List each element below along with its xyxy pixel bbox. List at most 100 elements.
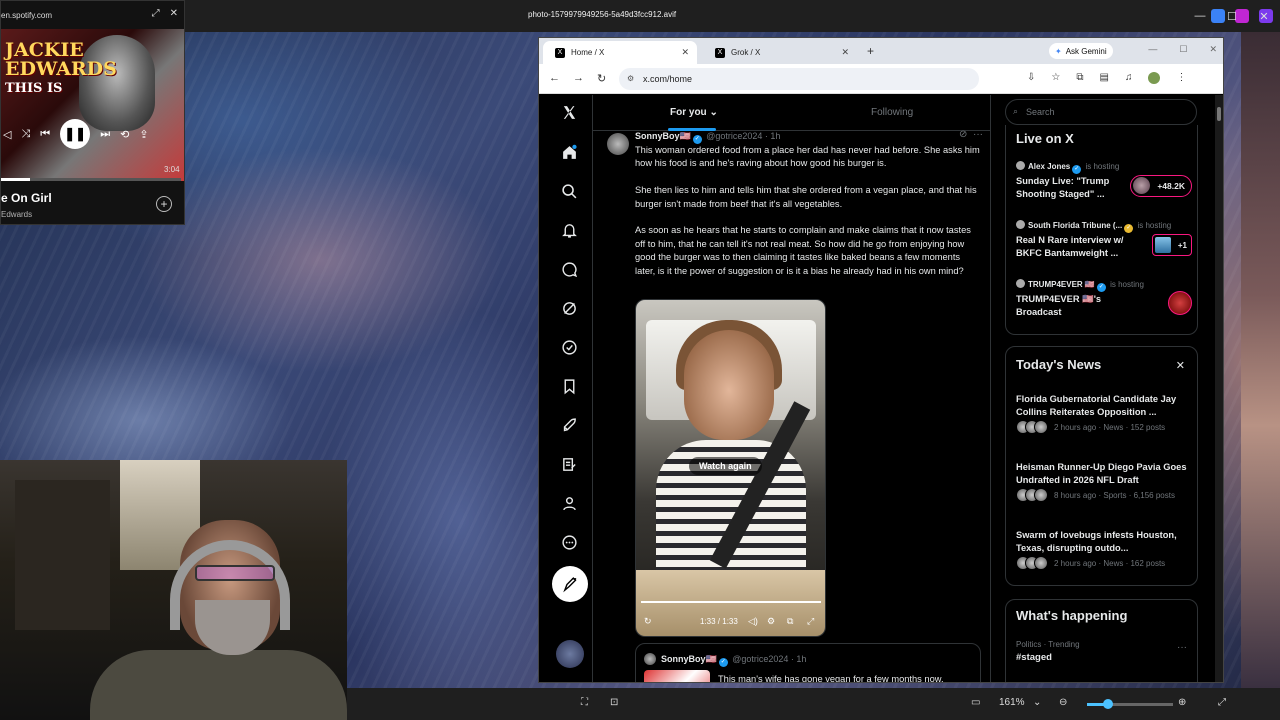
viewer-photo-edge	[1241, 32, 1280, 688]
fit-icon[interactable]: ▭	[971, 697, 980, 708]
add-to-library-button[interactable]: +	[156, 196, 172, 212]
close-button[interactable]: ✕	[1209, 44, 1217, 55]
song-title[interactable]: e On Girl	[1, 191, 52, 205]
minimize-button[interactable]: —	[1148, 44, 1157, 55]
zoom-level[interactable]: 161%	[999, 697, 1025, 708]
news-item[interactable]: Swarm of lovebugs infests Houston, Texas…	[1016, 529, 1192, 570]
next-icon[interactable]: ⏭	[100, 128, 110, 141]
close-button[interactable]: ✕	[1248, 0, 1280, 32]
minimize-button[interactable]: —	[1184, 0, 1216, 32]
settings-gear-icon[interactable]: ⚙	[767, 616, 775, 627]
tweet-author-name[interactable]: SonnyBoy🇺🇸	[635, 131, 691, 141]
zoom-slider[interactable]	[1087, 699, 1173, 709]
maximize-button[interactable]: ☐	[1216, 0, 1248, 32]
news-card-title: Today's News	[1016, 357, 1102, 372]
grok-icon[interactable]	[558, 297, 580, 319]
tweet-handle[interactable]: @gotrice2024 · 1h	[706, 131, 780, 141]
news-title: Heisman Runner-Up Diego Pavia Goes Undra…	[1016, 462, 1187, 486]
trend-category: Politics · Trending	[1016, 640, 1080, 649]
profile-icon[interactable]	[558, 492, 580, 514]
live-host: TRUMP4EVER 🇺🇸 ✓ is hosting	[1016, 279, 1192, 292]
tweet-more-icon[interactable]: ···	[973, 129, 983, 140]
pause-button[interactable]: ❚❚	[60, 119, 91, 149]
nav-buttons: ← → ↻	[549, 72, 606, 85]
expand-icon[interactable]: ⤢	[152, 8, 160, 19]
verified-orgs-icon[interactable]	[558, 336, 580, 358]
tab-label: Home / X	[571, 48, 605, 57]
quoted-tweet[interactable]: SonnyBoy🇺🇸 ✓ @gotrice2024 · 1h This man's…	[635, 643, 981, 682]
x-right-sidebar: ⌕ Search Live on X Alex Jones ✓ is hostin…	[991, 95, 1223, 682]
shuffle-icon[interactable]: ⤨	[21, 128, 30, 141]
search-input[interactable]: ⌕ Search	[1005, 99, 1197, 125]
close-icon[interactable]: ✕	[1176, 359, 1185, 372]
volume-icon[interactable]: ◁	[3, 128, 11, 141]
maximize-button[interactable]: ☐	[1179, 44, 1187, 55]
tweet-avatar[interactable]	[607, 133, 629, 155]
page-scrollbar[interactable]	[1215, 95, 1223, 682]
extensions-icon[interactable]: ⧉	[1076, 72, 1083, 84]
reload-icon[interactable]: ↻	[597, 72, 606, 85]
crop-icon[interactable]: ⛶	[581, 697, 588, 708]
video-progress-bar[interactable]	[641, 601, 821, 603]
track-progress-bar[interactable]	[1, 178, 181, 181]
watch-again-button[interactable]: Watch again	[689, 457, 762, 475]
back-icon[interactable]: ←	[549, 72, 560, 85]
tab-for-you[interactable]: For you ⌄	[670, 107, 718, 118]
trend-item[interactable]: Politics · Trending #staged	[1016, 640, 1080, 663]
zoom-slider-knob[interactable]	[1103, 699, 1113, 709]
artist-name[interactable]: Edwards	[1, 210, 32, 219]
tab-grok-x[interactable]: X Grok / X ✕	[703, 41, 857, 64]
media-icon[interactable]: ♫	[1125, 72, 1133, 84]
account-avatar[interactable]	[556, 640, 584, 668]
forward-icon[interactable]: →	[573, 72, 584, 85]
zoom-in-icon[interactable]: ⊕	[1178, 697, 1186, 708]
replay-icon[interactable]: ↻	[644, 616, 652, 627]
site-info-icon[interactable]: ⚙	[627, 74, 634, 83]
compose-post-button[interactable]	[552, 566, 588, 602]
fullscreen-icon[interactable]: ⤢	[807, 616, 814, 627]
articles-icon[interactable]	[558, 453, 580, 475]
close-tab-icon[interactable]: ✕	[841, 47, 849, 58]
tab-following[interactable]: Following	[871, 107, 913, 118]
search-icon[interactable]	[558, 180, 580, 202]
more-icon[interactable]	[558, 531, 580, 553]
close-icon[interactable]: ✕	[170, 8, 178, 19]
zoom-out-icon[interactable]: ⊖	[1059, 697, 1067, 708]
news-item[interactable]: Florida Gubernatorial Candidate Jay Coll…	[1016, 393, 1192, 434]
profile-avatar[interactable]	[1148, 72, 1161, 84]
scrollbar-thumb[interactable]	[1217, 107, 1221, 121]
new-tab-button[interactable]: +	[867, 44, 874, 58]
live-item[interactable]: TRUMP4EVER 🇺🇸 ✓ is hosting TRUMP4EVER 🇺🇸'…	[1016, 279, 1192, 317]
more-menu-icon[interactable]: ⋮	[1176, 72, 1186, 84]
close-tab-icon[interactable]: ✕	[681, 47, 689, 58]
x-logo-icon[interactable]	[558, 101, 580, 123]
notifications-bell-icon[interactable]	[558, 219, 580, 241]
tweet-video[interactable]: Watch again ↻ 1:33 / 1:33 ◁) ⚙ ⧉ ⤢	[635, 299, 826, 637]
live-host: South Florida Tribune (... ✓ is hosting	[1016, 220, 1192, 233]
bookmarks-icon[interactable]	[558, 375, 580, 397]
previous-icon[interactable]: ⏮	[40, 128, 50, 141]
scan-icon[interactable]: ⊡	[610, 697, 618, 708]
install-icon[interactable]: ⇩	[1027, 72, 1035, 84]
news-item[interactable]: Heisman Runner-Up Diego Pavia Goes Undra…	[1016, 461, 1192, 502]
live-item[interactable]: South Florida Tribune (... ✓ is hosting R…	[1016, 220, 1192, 258]
toolbar-icons: ⇩ ☆ ⧉ ▤ ♫ ⋮	[1027, 72, 1186, 84]
sidepanel-icon[interactable]: ▤	[1100, 72, 1109, 84]
live-item[interactable]: Alex Jones ✓ is hosting Sunday Live: "Tru…	[1016, 161, 1192, 199]
ask-gemini-button[interactable]: ✦ Ask Gemini	[1049, 43, 1113, 59]
picture-in-picture-icon[interactable]: ⧉	[787, 616, 793, 627]
chevron-down-icon[interactable]: ⌄	[1033, 697, 1041, 708]
volume-icon[interactable]: ◁)	[748, 616, 758, 627]
repeat-icon[interactable]: ⟲	[120, 128, 129, 141]
rocket-icon[interactable]	[558, 414, 580, 436]
share-icon[interactable]: ⇪	[139, 128, 148, 141]
tab-home-x[interactable]: X Home / X ✕	[543, 41, 697, 64]
trend-more-icon[interactable]: ···	[1177, 642, 1187, 653]
home-icon[interactable]	[558, 141, 580, 163]
bookmark-star-icon[interactable]: ☆	[1051, 72, 1060, 84]
chat-icon[interactable]	[558, 258, 580, 280]
url-field[interactable]: ⚙ x.com/home	[619, 68, 979, 90]
album-art: JACKIE EDWARDS THIS IS ◁ ⤨ ⏮ ❚❚ ⏭ ⟲ ⇪ 3:…	[1, 29, 184, 181]
fullscreen-icon[interactable]: ⤢	[1218, 697, 1226, 708]
grok-icon[interactable]: ⊘	[959, 129, 967, 140]
